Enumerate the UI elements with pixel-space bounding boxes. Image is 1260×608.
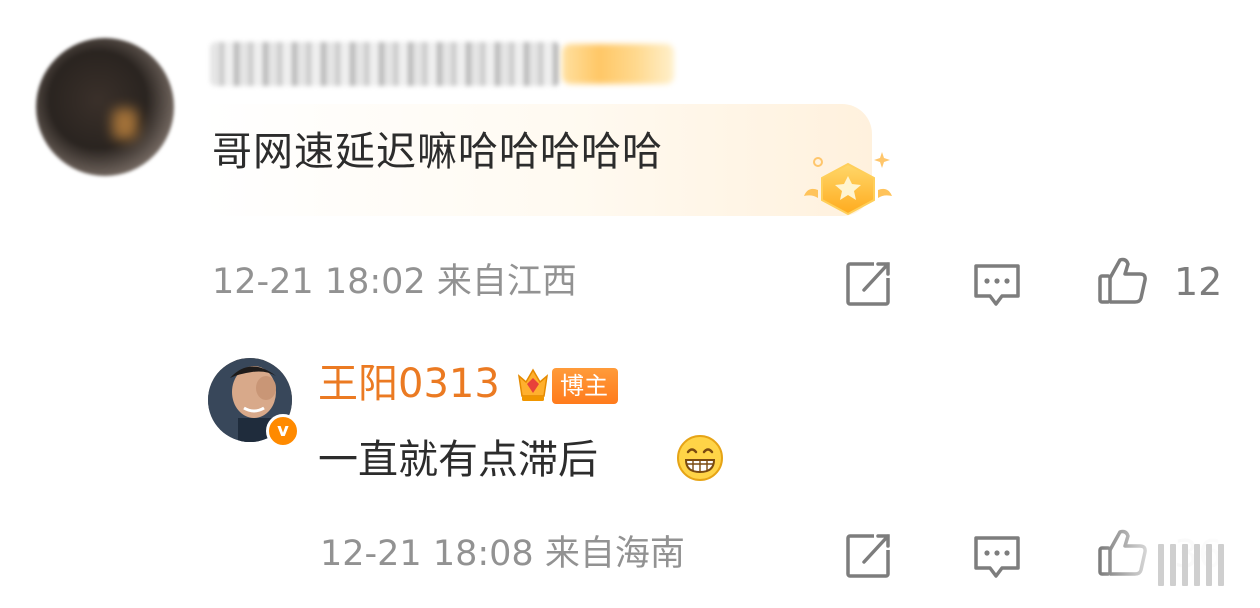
commenter-badge-blurred (562, 44, 674, 84)
reply-comment-icon[interactable] (970, 530, 1024, 584)
like-count: 12 (1174, 260, 1223, 304)
like-thumb-icon[interactable] (1096, 254, 1150, 308)
commenter-name-blurred[interactable] (210, 42, 560, 86)
fan-badge-icon (804, 152, 892, 216)
repost-icon[interactable] (842, 528, 896, 582)
comment-text: 哥网速延迟嘛哈哈哈哈哈 (212, 129, 663, 175)
watermark-barcode-icon (1158, 544, 1224, 586)
blogger-role-badge: 博主 (552, 368, 618, 404)
commenter-avatar-blurred[interactable] (36, 38, 174, 176)
comment-timestamp-location: 12-21 18:02 来自江西 (212, 262, 577, 302)
reply-timestamp-location: 12-21 18:08 来自海南 (320, 534, 685, 574)
reply-comment-icon[interactable] (970, 258, 1024, 312)
blogger-username[interactable]: 王阳0313 (318, 362, 500, 406)
repost-icon[interactable] (842, 256, 896, 310)
grinning-face-emoji (677, 435, 723, 481)
verified-badge-icon: v (266, 414, 300, 448)
reply-text: 一直就有点滞后 (318, 437, 598, 483)
blogger-crown-icon (517, 368, 549, 401)
